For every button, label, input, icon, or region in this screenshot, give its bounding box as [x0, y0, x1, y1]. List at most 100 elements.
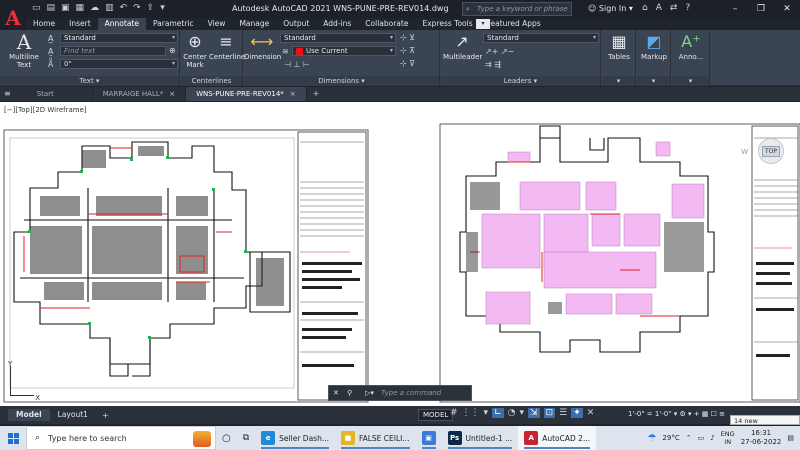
infer-icon[interactable]: ▾	[484, 408, 489, 418]
help-search-input[interactable]: ⌕ Type a keyword or phrase	[462, 2, 572, 16]
undo-icon[interactable]: ↶	[120, 3, 128, 13]
multileader-button[interactable]: ↗ Multileader	[443, 32, 482, 61]
markup-button[interactable]: ◩ Markup	[639, 32, 669, 61]
annotation-expand[interactable]: ▾	[672, 76, 709, 86]
customize-icon[interactable]: ⚲	[347, 386, 352, 400]
layout-tab-model[interactable]: Model	[8, 409, 50, 421]
cloud-icon[interactable]: ☁	[90, 3, 99, 13]
centerline-button[interactable]: ≡ Centerline	[209, 32, 245, 61]
new-tab-button[interactable]: +	[307, 87, 326, 101]
task-view-button[interactable]: ⧉	[237, 426, 255, 450]
model-space-button[interactable]: MODEL	[418, 409, 454, 421]
new-file-icon[interactable]: ▭	[32, 3, 41, 13]
notification-tooltip[interactable]: 14 new notifications	[730, 415, 800, 435]
leader-style-dropdown[interactable]: Standard ▾	[483, 33, 599, 43]
dimension-layer-dropdown[interactable]: Use Current ▾	[292, 46, 396, 56]
annotation-visibility-icon[interactable]: ✦	[571, 408, 583, 418]
layout-tab-layout1[interactable]: Layout1	[50, 409, 96, 421]
menu-tab-insert[interactable]: Insert	[62, 18, 98, 30]
menu-tab-parametric[interactable]: Parametric	[146, 18, 201, 30]
close-icon[interactable]: ✕	[774, 0, 800, 18]
document-tab[interactable]: WNS-PUNE-PRE-REV014* ×	[186, 87, 307, 101]
menu-tab-output[interactable]: Output	[276, 18, 316, 30]
save-icon[interactable]: ▣	[61, 3, 70, 13]
menu-tab-add-ins[interactable]: Add-ins	[316, 18, 358, 30]
menu-tab-annotate[interactable]: Annotate	[97, 18, 146, 30]
add-layout-button[interactable]: +	[96, 411, 115, 420]
dim-break-icon[interactable]: ⊹ ⊼	[400, 46, 415, 55]
taskbar-app[interactable]: A AutoCAD 2...	[518, 426, 597, 450]
leaders-panel-title[interactable]: Leaders ▾	[441, 76, 600, 86]
snap-icon[interactable]: ⋮⋮	[462, 408, 480, 418]
language-indicator[interactable]: ENG IN	[721, 430, 735, 446]
minimize-icon[interactable]: –	[722, 0, 748, 18]
annotation-scaling-button[interactable]: A⁺ Anno...	[674, 32, 708, 61]
viewcube[interactable]: TOP	[758, 138, 784, 164]
viewcube-top-face[interactable]: TOP	[761, 145, 780, 157]
taskbar-search-input[interactable]: ⌕ Type here to search	[26, 426, 216, 450]
taskbar-app[interactable]: Ps Untitled-1 ...	[442, 426, 519, 450]
tables-button[interactable]: ▦ Tables	[604, 32, 634, 61]
tables-expand[interactable]: ▾	[602, 76, 635, 86]
network-icon[interactable]: ▭	[698, 434, 705, 442]
notification-center-icon[interactable]: ▤	[787, 434, 794, 442]
find-replace-icon[interactable]: ⊕	[169, 46, 176, 55]
plot-icon[interactable]: ▥	[105, 3, 114, 13]
cart-icon[interactable]: ⌂	[642, 3, 648, 13]
menu-tab-home[interactable]: Home	[26, 18, 62, 30]
isodraft-icon[interactable]: ▾	[519, 408, 524, 418]
multiline-text-button[interactable]: A Multiline Text	[6, 32, 42, 69]
menu-tab-view[interactable]: View	[201, 18, 233, 30]
dim-linear-icon[interactable]: ⊹ ⊻	[400, 33, 415, 42]
ribbon-minimize-button[interactable]: ▾	[476, 19, 490, 29]
open-folder-icon[interactable]: ▤	[47, 3, 56, 13]
sign-in-button[interactable]: ☺ Sign In ▾	[588, 4, 633, 13]
volume-icon[interactable]: ♪	[710, 434, 714, 442]
maximize-icon[interactable]: ❐	[748, 0, 774, 18]
a360-icon[interactable]: A	[656, 3, 662, 13]
taskbar-app[interactable]: ■ FALSE CEILI...	[335, 426, 416, 450]
save-as-icon[interactable]: ▦	[76, 3, 85, 13]
help-icon[interactable]: ?	[685, 3, 690, 13]
ortho-icon[interactable]: ∟	[492, 408, 504, 418]
menu-tab-express-tools[interactable]: Express Tools	[415, 18, 479, 30]
annotation-scale-dropdown[interactable]: 1'-0" = 1'-0" ▾ ⚙ ▾ + ▦ ☐ ≡	[628, 410, 725, 418]
start-button[interactable]	[0, 426, 26, 450]
text-panel-title[interactable]: Text ▾	[0, 76, 179, 86]
share-icon[interactable]: ⇪	[147, 3, 155, 13]
menu-tab-manage[interactable]: Manage	[232, 18, 276, 30]
command-line-input[interactable]: ✕ ⚲ ▷▾ Type a command	[328, 385, 472, 401]
dim-adjust-icon[interactable]: ⊹ ⊽	[400, 59, 415, 68]
lineweight-icon[interactable]: ☰	[559, 408, 567, 418]
dimension-style-dropdown[interactable]: Standard ▾	[280, 33, 396, 43]
object-snap-tracking-icon[interactable]: ⇲	[528, 408, 540, 418]
close-tab-icon[interactable]: ×	[169, 90, 175, 98]
text-style-dropdown[interactable]: Standard ▾	[60, 33, 178, 43]
exchange-icon[interactable]: ⇄	[670, 3, 678, 13]
grid-icon[interactable]: #	[450, 408, 458, 418]
object-snap-icon[interactable]: ⊡	[543, 408, 556, 418]
app-menu-icon[interactable]: ≡	[0, 87, 15, 101]
cortana-button[interactable]: ○	[216, 426, 237, 450]
menu-tab-collaborate[interactable]: Collaborate	[358, 18, 415, 30]
find-text-input[interactable]: Find text	[60, 46, 166, 56]
dimensions-panel-title[interactable]: Dimensions ▾	[244, 76, 439, 86]
dim-tools-icon[interactable]: ⊣ ⊥ ⊢	[284, 60, 310, 69]
document-tab[interactable]: Start	[15, 87, 93, 101]
system-clock[interactable]: 16:31 27-06-2022	[741, 429, 782, 447]
document-tab[interactable]: MARRAIGE HALL* ×	[93, 87, 187, 101]
dimension-button[interactable]: ⟷ Dimension	[244, 32, 281, 61]
add-leader-icon[interactable]: ↗+ ↗−	[485, 47, 514, 56]
taskbar-app[interactable]: e Seller Dash...	[255, 426, 335, 450]
polar-icon[interactable]: ◔	[508, 408, 516, 418]
auto-scale-icon[interactable]: ✕	[587, 408, 595, 418]
weather-icon[interactable]: ☂	[647, 433, 656, 444]
markup-expand[interactable]: ▾	[637, 76, 670, 86]
tray-chevron-icon[interactable]: ⌃	[686, 434, 692, 442]
taskbar-app[interactable]: ▣	[416, 426, 442, 450]
close-tab-icon[interactable]: ×	[290, 90, 296, 98]
dropdown-icon[interactable]: ▾	[160, 3, 165, 13]
redo-icon[interactable]: ↷	[133, 3, 141, 13]
close-command-line-icon[interactable]: ✕	[333, 386, 339, 400]
text-height-dropdown[interactable]: 0" ▾	[60, 59, 178, 69]
